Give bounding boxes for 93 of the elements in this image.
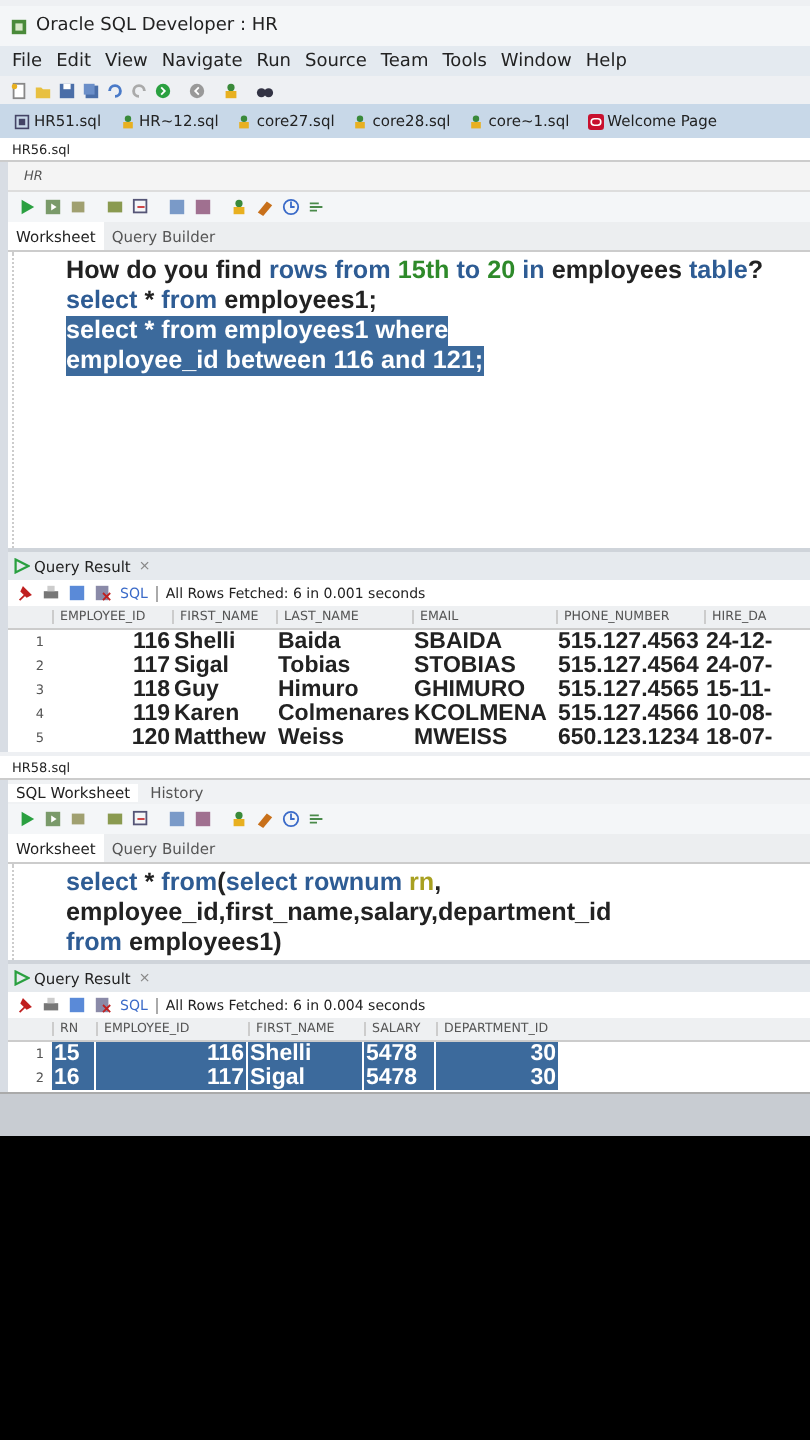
person-icon xyxy=(119,113,136,129)
menu-item[interactable]: Window xyxy=(500,51,572,71)
run-icon[interactable] xyxy=(18,810,36,828)
table-cell-text: GHIMURO xyxy=(412,678,528,702)
app-icon xyxy=(10,17,28,35)
undo-icon[interactable] xyxy=(106,81,124,99)
table-cell-text: Weiss xyxy=(276,726,347,750)
eraser-icon[interactable] xyxy=(256,810,274,828)
table-cell-text: 116 xyxy=(130,630,172,654)
table-cell-text: Tobias xyxy=(276,654,353,678)
table-cell: 16 xyxy=(52,1066,96,1090)
table-cell-text: Guy xyxy=(172,678,221,702)
table-cell-text: 515.127.4564 xyxy=(556,654,701,678)
menu-item[interactable]: Run xyxy=(256,51,291,71)
table-cell-text: 10-08- xyxy=(704,702,775,726)
table-cell-text: SBAIDA xyxy=(412,630,505,654)
print-icon[interactable] xyxy=(42,996,60,1014)
table-cell-text: 650.123.1234 xyxy=(556,726,701,750)
table-cell-text: KCOLMENA xyxy=(412,702,549,726)
history-icon[interactable] xyxy=(282,810,300,828)
save-icon[interactable] xyxy=(58,81,76,99)
redo-icon[interactable] xyxy=(130,81,148,99)
pin-icon[interactable] xyxy=(16,996,34,1014)
table-cell-text: 515.127.4566 xyxy=(556,702,701,726)
table-cell-text: 120 xyxy=(129,726,172,750)
person-icon xyxy=(352,113,369,129)
code-line: How do you find rows from 15th to 20 in employees table? xyxy=(66,256,764,286)
new-file-icon[interactable] xyxy=(10,81,28,99)
table-cell: 15 xyxy=(52,1042,96,1066)
menu-item[interactable]: File xyxy=(12,51,43,71)
back-icon[interactable] xyxy=(188,81,206,99)
run-script-icon[interactable] xyxy=(44,810,62,828)
menu-item[interactable]: Tools xyxy=(442,51,487,71)
run-icon xyxy=(14,970,30,986)
table-cell-text: Himuro xyxy=(276,678,361,702)
code-line: from employees1) xyxy=(66,928,282,958)
table-cell: 5478 xyxy=(364,1042,436,1066)
table-cell: Shelli xyxy=(248,1042,364,1066)
code-line: select * from(select rownum rn, xyxy=(66,868,442,898)
menu-item[interactable]: Navigate xyxy=(161,51,243,71)
table-cell-text: 515.127.4563 xyxy=(556,630,701,654)
table-cell: 5478 xyxy=(364,1066,436,1090)
print-icon[interactable] xyxy=(42,584,60,602)
menu-item[interactable]: Source xyxy=(305,51,367,71)
menu-item[interactable]: Team xyxy=(380,51,429,71)
table-cell-text: 15-11- xyxy=(704,678,774,702)
table-cell-text: 515.127.4565 xyxy=(556,678,701,702)
table-cell-text: 119 xyxy=(130,702,172,726)
rollback-icon[interactable] xyxy=(132,810,150,828)
table-cell-text: STOBIAS xyxy=(412,654,518,678)
run-icon xyxy=(14,558,30,574)
people-icon[interactable] xyxy=(222,81,240,99)
table-cell-text: 24-12- xyxy=(704,630,775,654)
run-icon[interactable] xyxy=(18,198,36,216)
code-line: select * from employees1; xyxy=(66,286,377,316)
menu-item[interactable]: Edit xyxy=(56,51,91,71)
table-cell-text: 24-07- xyxy=(704,654,775,678)
eraser-icon[interactable] xyxy=(256,198,274,216)
table-cell-text: Karen xyxy=(172,702,242,726)
delete-icon[interactable] xyxy=(94,996,112,1014)
menu-item[interactable]: Help xyxy=(585,51,627,71)
format-icon[interactable] xyxy=(308,810,326,828)
table-cell-text: Baida xyxy=(276,630,343,654)
rollback-icon[interactable] xyxy=(132,198,150,216)
run-script-icon[interactable] xyxy=(44,198,62,216)
save-all-icon[interactable] xyxy=(82,81,100,99)
table-cell-text: 18-07- xyxy=(704,726,775,750)
history-icon[interactable] xyxy=(282,198,300,216)
table-cell: 30 xyxy=(436,1042,560,1066)
people-icon[interactable] xyxy=(230,810,248,828)
person-icon xyxy=(468,113,485,129)
table-cell-text: MWEISS xyxy=(412,726,510,750)
menu-item[interactable]: View xyxy=(105,51,148,71)
people-icon[interactable] xyxy=(230,198,248,216)
table-cell: 116 xyxy=(96,1042,248,1066)
table-cell: 117 xyxy=(96,1066,248,1090)
person-icon xyxy=(236,113,253,129)
table-cell-text: Shelli xyxy=(172,630,238,654)
table-cell-text: 118 xyxy=(130,678,172,702)
table-cell-text: 117 xyxy=(130,654,172,678)
forward-icon[interactable] xyxy=(154,81,172,99)
file-icon xyxy=(14,113,30,129)
code-line: employee_id,first_name,salary,department_id xyxy=(66,898,612,928)
pin-icon[interactable] xyxy=(16,584,34,602)
logo-icon xyxy=(587,113,604,129)
delete-icon[interactable] xyxy=(94,584,112,602)
table-cell-text: Matthew xyxy=(172,726,268,750)
table-cell: Sigal xyxy=(248,1066,364,1090)
table-cell-text: Sigal xyxy=(172,654,231,678)
table-cell: Colmenares xyxy=(276,702,412,726)
window-title: Oracle SQL Developer : HR xyxy=(36,16,278,36)
table-cell: 30 xyxy=(436,1066,560,1090)
format-icon[interactable] xyxy=(308,198,326,216)
